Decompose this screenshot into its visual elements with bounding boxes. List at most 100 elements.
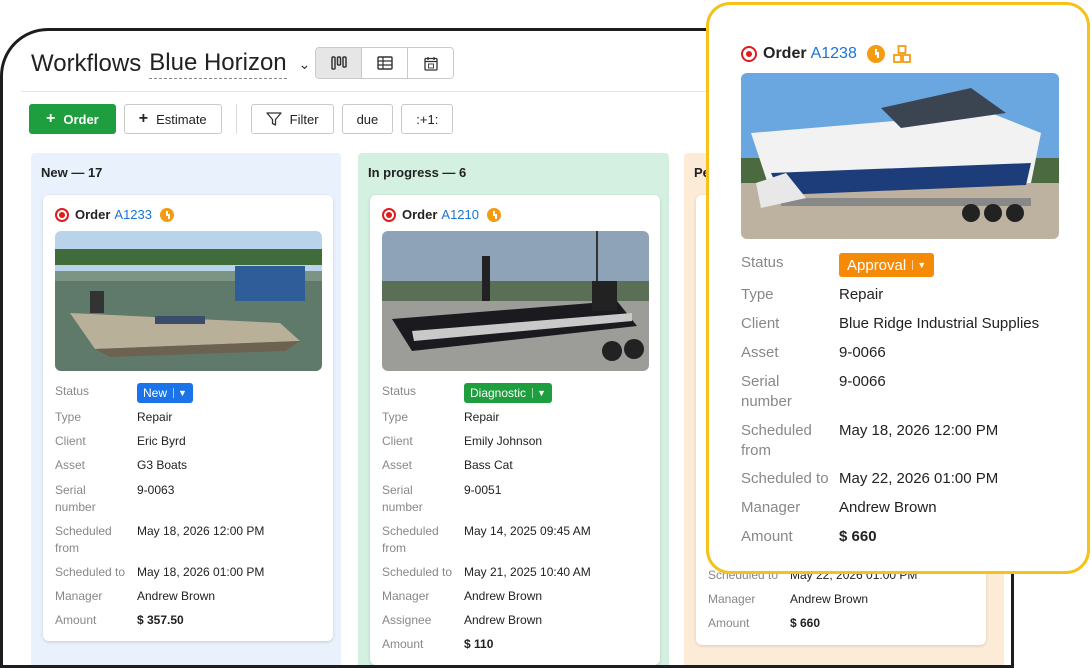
status-value: Approval bbox=[847, 256, 907, 274]
card-header: Order A1233 bbox=[55, 207, 174, 222]
field-label: Scheduled to bbox=[382, 565, 453, 579]
add-estimate-label: Estimate bbox=[156, 111, 207, 127]
field-label: Serial number bbox=[382, 483, 423, 514]
field-value: Andrew Brown bbox=[839, 499, 937, 516]
field-label: Status bbox=[55, 384, 90, 398]
order-card[interactable]: Order A1233 Status New ▼ Type Repair Cli… bbox=[43, 195, 333, 641]
field-status: Status New ▼ bbox=[55, 383, 193, 403]
field-value: May 14, 2025 09:45 AM bbox=[464, 524, 591, 538]
order-prefix: Order bbox=[763, 45, 807, 62]
calendar-view-button[interactable] bbox=[407, 48, 453, 78]
table-view-button[interactable] bbox=[361, 48, 407, 78]
field-client: Client Eric Byrd bbox=[55, 433, 186, 450]
chevron-down-icon: ▼ bbox=[912, 260, 926, 270]
field-asset: Asset G3 Boats bbox=[55, 457, 187, 474]
order-detail-popup[interactable]: Order A1238 Status Approval ▼ Type Repair … bbox=[706, 2, 1090, 574]
target-icon bbox=[382, 207, 396, 222]
filter-button[interactable]: Filter bbox=[250, 104, 334, 134]
column-title: In progress — 6 bbox=[368, 165, 467, 180]
field-value: $ 660 bbox=[839, 528, 877, 545]
field-label: Status bbox=[382, 384, 417, 398]
field-manager: Manager Andrew Brown bbox=[741, 498, 937, 518]
field-value: Andrew Brown bbox=[137, 589, 216, 603]
field-label: Serial number bbox=[741, 373, 792, 410]
status-dropdown[interactable]: New ▼ bbox=[137, 383, 193, 403]
field-label: Client bbox=[741, 315, 780, 332]
add-order-button[interactable]: + Order bbox=[29, 104, 116, 134]
field-scheduled-to: Scheduled to May 18, 2026 01:00 PM bbox=[55, 564, 264, 581]
asset-photo bbox=[382, 231, 649, 371]
field-scheduled-from: Scheduled from May 14, 2025 09:45 AM bbox=[382, 523, 591, 557]
kanban-view-button[interactable] bbox=[316, 48, 361, 78]
field-label: Status bbox=[741, 254, 784, 271]
field-label: Client bbox=[55, 434, 86, 448]
boxes-icon bbox=[892, 45, 911, 63]
field-label: Asset bbox=[741, 344, 779, 361]
view-switcher bbox=[315, 47, 454, 79]
field-value: Repair bbox=[839, 286, 884, 303]
column-in-progress: In progress — 6 Order A1210 Status Diagn… bbox=[358, 153, 669, 665]
order-number-link[interactable]: A1210 bbox=[441, 207, 479, 222]
field-label: Scheduled to bbox=[741, 470, 829, 487]
order-card[interactable]: Order A1210 Status Diagnostic ▼ Type Rep… bbox=[370, 195, 660, 665]
field-assignee: Assignee Andrew Brown bbox=[382, 612, 542, 629]
tag-filter-chip[interactable]: :+1: bbox=[401, 104, 454, 134]
field-label: Serial number bbox=[55, 483, 96, 514]
field-label: Type bbox=[55, 410, 82, 424]
column-title: New — 17 bbox=[41, 165, 103, 180]
field-value: Eric Byrd bbox=[137, 434, 186, 448]
field-status: Status Diagnostic ▼ bbox=[382, 383, 552, 403]
status-value: Diagnostic bbox=[470, 386, 527, 400]
field-label: Asset bbox=[55, 458, 86, 472]
clock-icon bbox=[160, 207, 174, 222]
order-number-link[interactable]: A1233 bbox=[114, 207, 152, 222]
field-value: Blue Ridge Industrial Supplies bbox=[839, 315, 1040, 332]
filter-label: Filter bbox=[289, 111, 319, 127]
field-value: Repair bbox=[464, 410, 500, 424]
add-order-label: Order bbox=[63, 111, 99, 127]
status-dropdown[interactable]: Diagnostic ▼ bbox=[464, 383, 552, 403]
page-header: Workflows Blue Horizon ⌄ bbox=[31, 49, 310, 79]
field-label: Amount bbox=[741, 528, 793, 545]
field-value: Bass Cat bbox=[464, 458, 513, 472]
field-scheduled-to: Scheduled to May 21, 2025 10:40 AM bbox=[382, 564, 591, 581]
workspace-selector[interactable]: Blue Horizon bbox=[149, 49, 287, 79]
field-label: Scheduled to bbox=[55, 565, 126, 579]
field-value: May 22, 2026 01:00 PM bbox=[839, 470, 999, 487]
order-prefix: Order bbox=[75, 207, 111, 222]
asset-photo bbox=[55, 231, 322, 371]
status-dropdown[interactable]: Approval ▼ bbox=[839, 253, 935, 277]
plus-icon: + bbox=[46, 110, 56, 127]
order-number-link[interactable]: A1238 bbox=[811, 45, 857, 63]
field-value: $ 110 bbox=[464, 637, 494, 651]
chevron-down-icon[interactable]: ⌄ bbox=[299, 56, 311, 73]
add-estimate-button[interactable]: + Estimate bbox=[123, 104, 222, 134]
field-label: Manager bbox=[741, 499, 801, 516]
card-header: Order A1210 bbox=[382, 207, 501, 222]
field-label: Manager bbox=[708, 592, 756, 606]
chevron-down-icon: ▼ bbox=[532, 388, 546, 398]
field-label: Assignee bbox=[382, 613, 432, 627]
status-value: New bbox=[143, 386, 168, 400]
field-scheduled-to: Scheduled to May 22, 2026 01:00 PM bbox=[741, 469, 998, 489]
field-manager: Manager Andrew Brown bbox=[382, 588, 542, 605]
field-value: May 18, 2026 01:00 PM bbox=[137, 565, 265, 579]
field-value: 9-0051 bbox=[464, 483, 502, 497]
field-value: Repair bbox=[137, 410, 173, 424]
toolbar-divider bbox=[235, 104, 237, 134]
plus-icon: + bbox=[138, 110, 149, 127]
table-icon bbox=[376, 56, 393, 70]
field-value: Andrew Brown bbox=[464, 613, 543, 627]
kanban-icon bbox=[330, 56, 347, 70]
due-filter-chip[interactable]: due bbox=[341, 104, 394, 134]
field-type: Type Repair bbox=[741, 285, 883, 305]
clock-icon bbox=[866, 45, 885, 63]
toolbar: + Order + Estimate Filter due :+1: bbox=[29, 104, 461, 134]
field-label: Amount bbox=[708, 616, 750, 630]
field-serial: Serial number 9-0066 bbox=[741, 372, 886, 412]
field-label: Client bbox=[382, 434, 413, 448]
asset-photo bbox=[741, 73, 1059, 239]
target-icon bbox=[55, 207, 69, 222]
field-value: May 21, 2025 10:40 AM bbox=[464, 565, 591, 579]
field-type: Type Repair bbox=[55, 409, 172, 426]
